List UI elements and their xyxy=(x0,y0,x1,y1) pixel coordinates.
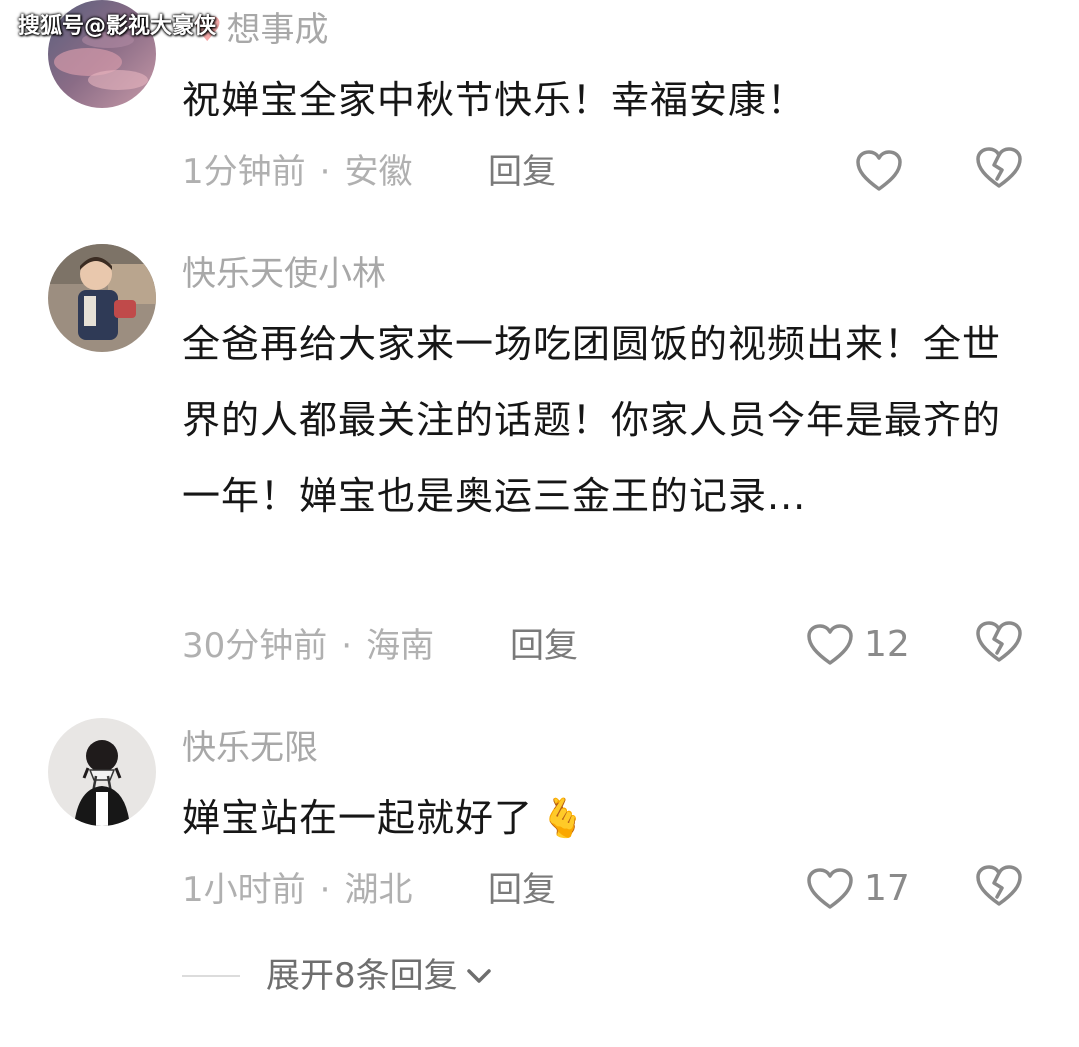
like-count: 17 xyxy=(864,868,910,909)
comment-meta: 30分钟前 · 海南 xyxy=(182,626,434,666)
user-avatar[interactable] xyxy=(48,718,156,826)
reply-button[interactable]: 回复 xyxy=(510,626,578,666)
comment-text: 全爸再给大家来一场吃团圆饭的视频出来！全世界的人都最关注的话题！你家人员今年是最… xyxy=(182,322,1002,518)
comment-text: 婵宝站在一起就好了 🫰 xyxy=(182,780,1002,856)
broken-heart-icon xyxy=(976,621,1022,662)
divider-line xyxy=(182,975,240,977)
heart-outline-icon xyxy=(807,624,853,665)
broken-heart-icon xyxy=(976,147,1022,188)
username[interactable]: 快乐天使小林 xyxy=(182,254,386,294)
separator-dot: · xyxy=(319,152,331,192)
heart-outline-icon xyxy=(807,868,853,909)
like-button[interactable]: 17 xyxy=(806,864,910,914)
comment-time: 1小时前 xyxy=(182,870,306,910)
like-button[interactable] xyxy=(855,146,903,196)
heart-outline-icon xyxy=(856,150,902,191)
user-avatar[interactable] xyxy=(48,244,156,352)
finger-heart-emoji-icon: 🫰 xyxy=(539,796,588,840)
chevron-down-icon xyxy=(466,969,491,983)
expand-replies-button[interactable]: 展开8条回复 xyxy=(182,954,494,998)
username[interactable]: 快乐无限 xyxy=(182,728,318,768)
comment-meta: 1分钟前 · 安徽 xyxy=(182,152,412,192)
like-count: 12 xyxy=(864,624,910,665)
comment-meta: 1小时前 · 湖北 xyxy=(182,870,412,910)
dislike-button[interactable] xyxy=(975,864,1025,914)
comment-list: 搜狐号@影视大豪侠 ♥ 想事成 祝婵宝全家中秋节快乐！幸福安康！ 1分钟前 · … xyxy=(0,0,1079,1047)
separator-dot: · xyxy=(319,870,331,910)
like-button[interactable]: 12 xyxy=(806,620,910,670)
expand-replies-label: 展开8条回复 xyxy=(266,956,458,996)
child-photo-avatar-icon xyxy=(48,244,156,352)
comment-text-body: 婵宝站在一起就好了 xyxy=(182,796,534,840)
reply-button[interactable]: 回复 xyxy=(488,152,556,192)
comment-time: 30分钟前 xyxy=(182,626,328,666)
broken-heart-icon xyxy=(976,865,1022,906)
reply-button[interactable]: 回复 xyxy=(488,870,556,910)
comment-location: 湖北 xyxy=(344,870,413,910)
comment-location: 海南 xyxy=(366,626,435,666)
comment-time: 1分钟前 xyxy=(182,152,306,192)
dislike-button[interactable] xyxy=(975,620,1025,670)
watermark: 搜狐号@影视大豪侠 xyxy=(18,14,217,39)
comment-location: 安徽 xyxy=(344,152,413,192)
dislike-button[interactable] xyxy=(975,146,1025,196)
comment-text: 祝婵宝全家中秋节快乐！幸福安康！ xyxy=(182,78,807,122)
separator-dot: · xyxy=(341,626,353,666)
girl-with-bow-avatar-icon xyxy=(48,718,156,826)
